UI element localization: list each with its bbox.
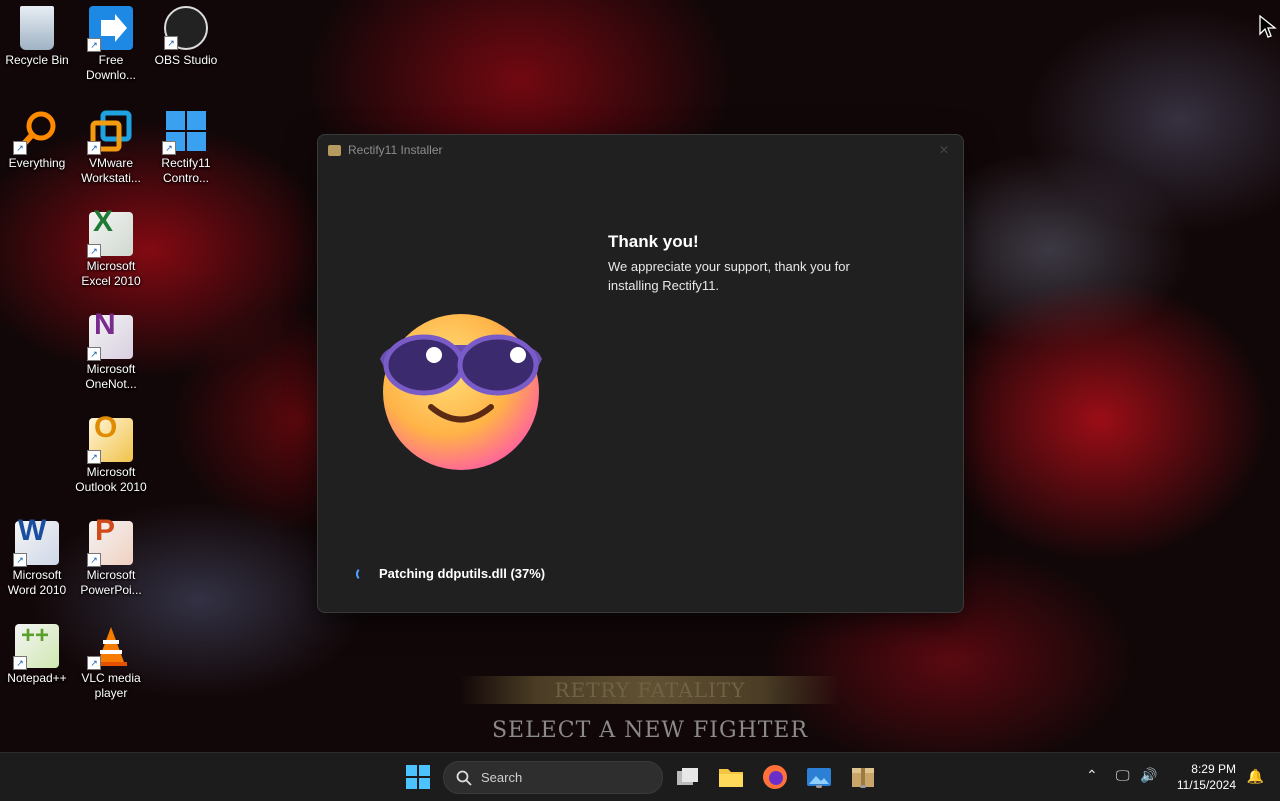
desktop-icon-obs-studio[interactable]: ↗ OBS Studio <box>149 0 223 68</box>
installer-titlebar[interactable]: Rectify11 Installer ✕ <box>318 135 963 165</box>
search-placeholder: Search <box>481 770 523 785</box>
desktop-icon-label: Microsoft Word 2010 <box>7 568 67 597</box>
shortcut-arrow-icon: ↗ <box>87 141 101 155</box>
start-icon <box>406 765 430 789</box>
desktop-icon-label: Free Downlo... <box>85 53 137 82</box>
desktop-icon-label: Microsoft Excel 2010 <box>81 259 141 288</box>
desktop-icon-label: Microsoft Outlook 2010 <box>75 465 147 494</box>
network-icon[interactable]: 🖵 <box>1116 767 1130 784</box>
installer-window[interactable]: Rectify11 Installer ✕ Thank you! We appr… <box>317 134 964 613</box>
notepadpp-icon: ++ ↗ <box>13 624 59 670</box>
taskbar-search-box[interactable]: Search <box>443 761 663 794</box>
start-button[interactable] <box>404 763 432 791</box>
taskbar-clock[interactable]: 8:29 PM 11/15/2024 <box>1177 761 1236 793</box>
notification-bell-icon[interactable]: 🔔 <box>1247 768 1264 785</box>
mouse-cursor-icon <box>1259 15 1277 38</box>
desktop-icon-everything[interactable]: ↗ Everything <box>0 103 74 171</box>
desktop-icon-onenote[interactable]: N ↗ Microsoft OneNot... <box>74 309 148 392</box>
shortcut-arrow-icon: ↗ <box>87 553 101 567</box>
desktop-icon-rectify11-control[interactable]: ↗ Rectify11 Contro... <box>149 103 223 186</box>
obs-studio-icon: ↗ <box>164 6 208 50</box>
recycle-bin-icon <box>20 6 54 50</box>
desktop-icon-label: VMware Workstati... <box>81 156 141 185</box>
desktop-icon-outlook[interactable]: O ↗ Microsoft Outlook 2010 <box>74 412 148 495</box>
desktop-icon-vmware[interactable]: ↗ VMware Workstati... <box>74 103 148 186</box>
task-view-icon <box>677 768 698 785</box>
vlc-icon: ↗ <box>87 624 133 670</box>
install-status: Patching ddputils.dll (37%) <box>356 566 545 581</box>
shortcut-arrow-icon: ↗ <box>87 347 101 361</box>
shortcut-arrow-icon: ↗ <box>87 38 101 52</box>
desktop-icon-label: Notepad++ <box>7 671 67 685</box>
shortcut-arrow-icon: ↗ <box>13 656 27 670</box>
installer-title: Rectify11 Installer <box>348 143 443 157</box>
free-download-manager-icon: ↗ <box>87 6 133 52</box>
wallpaper-banner-retry: RETRY FATALITY <box>460 676 840 704</box>
everything-search-icon: ↗ <box>13 109 59 155</box>
desktop-icon-notepadpp[interactable]: ++ ↗ Notepad++ <box>0 618 74 686</box>
onenote-icon: N ↗ <box>87 310 133 361</box>
firefox-button[interactable] <box>761 763 789 791</box>
word-icon: W ↗ <box>13 516 59 567</box>
shortcut-arrow-icon: ↗ <box>13 553 27 567</box>
firefox-icon <box>763 765 787 789</box>
clock-date: 11/15/2024 <box>1176 778 1236 792</box>
sunglasses-emoji-icon <box>380 314 542 470</box>
shortcut-arrow-icon: ↗ <box>87 450 101 464</box>
desktop-icon-label: Rectify11 Contro... <box>161 156 211 185</box>
vmware-icon: ↗ <box>87 109 133 155</box>
shortcut-arrow-icon: ↗ <box>164 36 178 50</box>
running-indicator <box>860 785 866 788</box>
thank-you-heading: Thank you! <box>608 232 699 251</box>
task-view-button[interactable] <box>673 763 701 791</box>
install-status-text: Patching ddputils.dll (37%) <box>379 566 546 581</box>
close-icon[interactable]: ✕ <box>935 141 953 159</box>
rectify11-icon: ↗ <box>162 109 208 155</box>
installer-taskbar-button[interactable] <box>849 763 877 791</box>
desktop-icon-recycle-bin[interactable]: Recycle Bin <box>0 0 74 68</box>
thank-you-message: We appreciate your support, thank you fo… <box>608 259 850 293</box>
desktop-icon-label: Everything <box>8 156 66 170</box>
desktop-icon-label: Recycle Bin <box>5 53 69 67</box>
desktop-icon-label: Microsoft OneNot... <box>85 362 137 391</box>
file-explorer-icon <box>719 769 743 787</box>
volume-icon[interactable]: 🔊 <box>1140 767 1157 784</box>
desktop-icon-label: Microsoft PowerPoi... <box>80 568 142 597</box>
shortcut-arrow-icon: ↗ <box>13 141 27 155</box>
outlook-icon: O ↗ <box>87 413 133 464</box>
desktop-icon-excel[interactable]: X ↗ Microsoft Excel 2010 <box>74 206 148 289</box>
chevron-up-icon[interactable]: ⌃ <box>1086 767 1098 784</box>
installer-app-icon <box>328 144 341 156</box>
clock-time: 8:29 PM <box>1191 762 1236 776</box>
wallpaper-banner-select: SELECT A NEW FIGHTER <box>491 718 809 743</box>
shortcut-arrow-icon: ↗ <box>87 244 101 258</box>
taskbar: Search ⌃ 🖵 🔊 8:29 PM 11/15/2024 🔔 <box>0 752 1280 801</box>
progress-spinner-icon <box>356 566 370 581</box>
running-indicator <box>816 785 822 788</box>
file-explorer-button[interactable] <box>717 763 745 791</box>
powerpoint-icon: P ↗ <box>87 516 133 567</box>
desktop-icon-label: OBS Studio <box>154 53 218 67</box>
desktop-icon-free-download-manager[interactable]: ↗ Free Downlo... <box>74 0 148 83</box>
shortcut-arrow-icon: ↗ <box>162 141 176 155</box>
photos-button[interactable] <box>805 763 833 791</box>
desktop-icon-word[interactable]: W ↗ Microsoft Word 2010 <box>0 515 74 598</box>
desktop-icon-vlc[interactable]: ↗ VLC media player <box>74 618 148 701</box>
search-icon <box>456 770 472 786</box>
desktop-icon-label: VLC media player <box>81 671 141 700</box>
excel-icon: X ↗ <box>87 207 133 258</box>
shortcut-arrow-icon: ↗ <box>87 656 101 670</box>
desktop-icon-powerpoint[interactable]: P ↗ Microsoft PowerPoi... <box>74 515 148 598</box>
